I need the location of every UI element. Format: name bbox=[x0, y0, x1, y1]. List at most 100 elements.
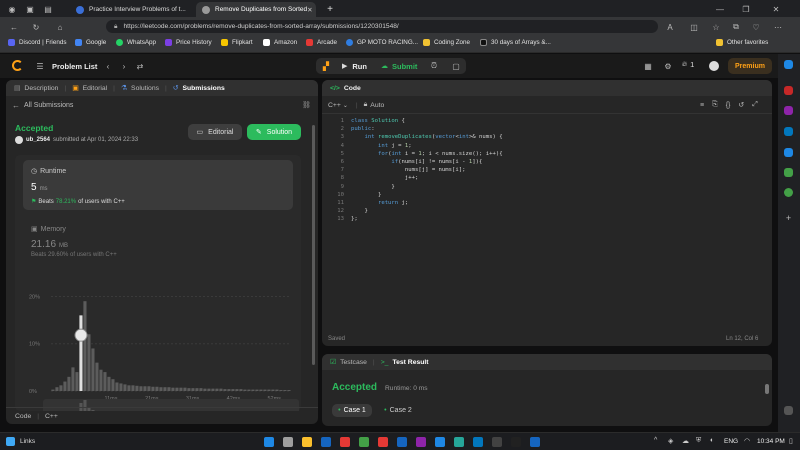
editorial-button[interactable]: ▭ Editorial bbox=[188, 124, 242, 140]
bookmark-other-favorites[interactable]: Other favorites bbox=[716, 39, 768, 46]
sidebar-settings-icon[interactable] bbox=[784, 406, 793, 415]
language-select[interactable]: C++ bbox=[328, 102, 341, 109]
games-icon[interactable] bbox=[784, 127, 793, 136]
tray-shield-icon[interactable]: ⛨ bbox=[696, 437, 701, 445]
taskbar-app-icon[interactable] bbox=[473, 437, 483, 447]
solution-button[interactable]: ✎ Solution bbox=[247, 124, 301, 140]
shuffle-icon[interactable]: ⇄ bbox=[134, 60, 146, 72]
code-line[interactable]: public: bbox=[351, 125, 503, 133]
code-line[interactable]: for(int i = 1; i < nums.size(); i++){ bbox=[351, 150, 503, 158]
taskbar-app-icon[interactable] bbox=[340, 437, 350, 447]
tools-icon[interactable] bbox=[784, 106, 793, 115]
fullscreen-icon[interactable]: ⤢ bbox=[752, 101, 758, 109]
new-tab-icon[interactable]: + bbox=[324, 3, 336, 15]
bookmark-icon[interactable]: ⎘ bbox=[712, 101, 718, 109]
code-line[interactable]: }; bbox=[351, 215, 503, 223]
premium-button[interactable]: Premium bbox=[728, 58, 772, 74]
all-submissions-link[interactable]: ← All Submissions bbox=[12, 101, 73, 110]
code-line[interactable]: int j = 1; bbox=[351, 142, 503, 150]
braces-icon[interactable]: {} bbox=[726, 102, 731, 109]
refresh-icon[interactable]: ↻ bbox=[30, 21, 42, 33]
bookmark-amazon[interactable]: Amazon bbox=[263, 39, 297, 46]
code-line[interactable]: j++; bbox=[351, 174, 503, 182]
maximize-icon[interactable]: ❐ bbox=[740, 3, 752, 15]
bookmark-30-days[interactable]: 30 days of Arrays &... bbox=[480, 39, 551, 46]
split-screen-icon[interactable]: ◫ bbox=[688, 21, 700, 33]
streak-counter[interactable]: 🔥︎ 1 bbox=[682, 60, 694, 69]
drop-icon[interactable] bbox=[784, 168, 793, 177]
case-1-tab[interactable]: • Case 1 bbox=[332, 404, 372, 417]
taskbar-app-icon[interactable] bbox=[416, 437, 426, 447]
taskbar-app-icon[interactable] bbox=[302, 437, 312, 447]
case-2-tab[interactable]: • Case 2 bbox=[378, 404, 418, 417]
bookmark-discord[interactable]: Discord | Friends bbox=[8, 39, 66, 46]
prev-problem-icon[interactable]: ‹ bbox=[102, 60, 114, 72]
code-line[interactable]: class Solution { bbox=[351, 117, 503, 125]
code-line[interactable]: int removeDuplicates(vector<int>& nums) … bbox=[351, 133, 502, 141]
avatar[interactable] bbox=[709, 61, 719, 71]
whatsapp-sidebar-icon[interactable] bbox=[784, 188, 793, 197]
collections-icon[interactable]: ⧉ bbox=[730, 21, 742, 33]
tab-test-result[interactable]: Test Result bbox=[392, 359, 428, 366]
taskbar-app-icon[interactable] bbox=[378, 437, 388, 447]
tray-cloud-icon[interactable]: ☁ bbox=[682, 437, 689, 445]
auto-mode-toggle[interactable]: Auto bbox=[370, 102, 384, 109]
notes-icon[interactable]: ▢ bbox=[450, 60, 462, 72]
tab-solutions[interactable]: Solutions bbox=[131, 85, 159, 92]
taskbar-app-icon[interactable] bbox=[283, 437, 293, 447]
taskbar-app-icon[interactable] bbox=[321, 437, 331, 447]
bookmark-whatsapp[interactable]: WhatsApp bbox=[116, 39, 156, 46]
tab-language[interactable]: C++ bbox=[45, 413, 58, 420]
bookmark-gp-moto-racing[interactable]: GP MOTO RACING... bbox=[346, 39, 418, 46]
add-icon[interactable]: + bbox=[784, 214, 793, 223]
submit-button[interactable]: Submit bbox=[392, 62, 417, 71]
taskbar-app-icon[interactable] bbox=[359, 437, 369, 447]
share-link-icon[interactable]: ⛓ bbox=[302, 101, 311, 109]
url-field[interactable]: 🔒︎ https://leetcode.com/problems/remove-… bbox=[106, 20, 658, 33]
outlook-icon[interactable] bbox=[784, 148, 793, 157]
left-panel-scrollbar[interactable] bbox=[312, 125, 315, 365]
tab-editorial[interactable]: Editorial bbox=[83, 85, 108, 92]
bookmark-google[interactable]: Google bbox=[75, 39, 106, 46]
tray-chevron-icon[interactable]: ^ bbox=[654, 437, 657, 444]
taskbar-app-icon[interactable] bbox=[511, 437, 521, 447]
runtime-distribution-chart[interactable]: 20%10%0%11ms21ms31ms42ms52ms11ms21ms31ms… bbox=[15, 265, 301, 411]
run-button[interactable]: Run bbox=[352, 62, 367, 71]
bookmark-price-history[interactable]: Price History bbox=[165, 39, 212, 46]
browser-essentials-icon[interactable]: ♡ bbox=[750, 21, 762, 33]
taskbar-app-icon[interactable] bbox=[435, 437, 445, 447]
profile-icon[interactable]: ◉ bbox=[6, 3, 18, 15]
username[interactable]: ub_2564 bbox=[26, 137, 50, 143]
code-line[interactable]: } bbox=[351, 207, 503, 215]
favorites-icon[interactable]: ☆ bbox=[710, 21, 722, 33]
home-icon[interactable]: ⌂ bbox=[54, 21, 66, 33]
code-line[interactable]: } bbox=[351, 183, 503, 191]
user-avatar[interactable] bbox=[15, 136, 23, 144]
tray-app-icon[interactable]: ◈ bbox=[668, 437, 673, 445]
links-label[interactable]: Links bbox=[20, 438, 35, 445]
code-line[interactable]: nums[j] = nums[i]; bbox=[351, 166, 503, 174]
bookmark-flipkart[interactable]: Flipkart bbox=[221, 39, 253, 46]
tab-description[interactable]: Description bbox=[24, 85, 58, 92]
taskbar-app-icon[interactable] bbox=[454, 437, 464, 447]
format-icon[interactable]: ≡ bbox=[700, 102, 704, 109]
debug-icon[interactable]: ▞ bbox=[320, 60, 332, 72]
language-indicator[interactable]: ENG bbox=[724, 438, 738, 445]
tray-volume-icon[interactable]: ◐ bbox=[710, 437, 714, 444]
tab-testcase[interactable]: Testcase bbox=[340, 359, 367, 366]
next-problem-icon[interactable]: › bbox=[118, 60, 130, 72]
leetcode-logo-icon[interactable] bbox=[12, 60, 23, 71]
notifications-icon[interactable]: ▯ bbox=[789, 437, 793, 445]
collections-icon[interactable]: ▣ bbox=[24, 3, 36, 15]
code-line[interactable]: return j; bbox=[351, 199, 503, 207]
taskbar-app-icon[interactable] bbox=[492, 437, 502, 447]
close-tab-icon[interactable]: ✕ bbox=[307, 6, 312, 14]
timer-icon[interactable]: ⏰︎ bbox=[428, 60, 440, 72]
browser-tab-1[interactable]: Practice Interview Problems of t... bbox=[70, 2, 188, 17]
minimize-icon[interactable]: — bbox=[714, 3, 726, 15]
memory-header[interactable]: ▣ Memory bbox=[31, 225, 66, 234]
code-line[interactable]: } bbox=[351, 191, 503, 199]
taskbar-app-icon[interactable] bbox=[530, 437, 540, 447]
problem-list-link[interactable]: Problem List bbox=[52, 62, 97, 71]
runtime-card[interactable]: ◷ Runtime 5 ms ⚑ Beats 78.21% of users w… bbox=[23, 160, 293, 210]
